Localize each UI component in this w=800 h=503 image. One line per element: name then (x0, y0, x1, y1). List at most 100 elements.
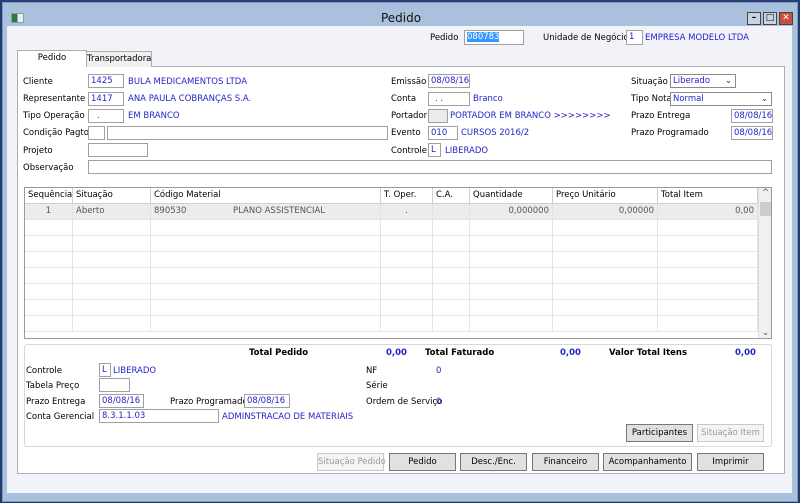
empty-grid-cell[interactable] (553, 316, 658, 332)
empty-grid-cell[interactable] (470, 300, 553, 316)
empty-grid-cell[interactable] (658, 268, 758, 284)
empty-grid-cell[interactable] (381, 220, 433, 236)
empty-grid-cell[interactable] (25, 220, 73, 236)
empty-grid-cell[interactable] (25, 252, 73, 268)
observacao-input[interactable] (88, 160, 772, 174)
column-header[interactable]: C.A. (433, 188, 470, 204)
minimize-button[interactable]: – (747, 12, 761, 25)
situacao-item-button[interactable]: Situação Item (697, 424, 764, 442)
empty-grid-cell[interactable] (73, 268, 151, 284)
bottom-controle-code-input[interactable]: L (99, 363, 111, 377)
empty-grid-cell[interactable] (433, 316, 470, 332)
empty-grid-cell[interactable] (151, 220, 381, 236)
grid-cell[interactable]: 0,00 (658, 204, 758, 220)
scroll-thumb[interactable] (760, 202, 771, 216)
empty-grid-cell[interactable] (151, 300, 381, 316)
prazo-entrega-input[interactable]: 08/08/16 (731, 109, 773, 123)
grid-cell[interactable] (433, 204, 470, 220)
empty-grid-cell[interactable] (553, 236, 658, 252)
column-header[interactable]: Preço Unitário (553, 188, 658, 204)
situacao-pedido-button[interactable]: Situação Pedido (317, 453, 386, 471)
empty-grid-cell[interactable] (73, 220, 151, 236)
empty-grid-cell[interactable] (151, 284, 381, 300)
grid-cell[interactable]: Aberto (73, 204, 151, 220)
scroll-up-icon[interactable]: ^ (759, 188, 771, 202)
empty-grid-cell[interactable] (658, 300, 758, 316)
empty-grid-cell[interactable] (433, 220, 470, 236)
unidade-code-input[interactable]: 1 (626, 30, 643, 45)
empty-grid-cell[interactable] (433, 300, 470, 316)
empty-grid-cell[interactable] (433, 284, 470, 300)
evento-code-input[interactable]: 010 (428, 126, 458, 140)
tabela-preco-input[interactable] (99, 378, 130, 392)
empty-grid-cell[interactable] (381, 300, 433, 316)
imprimir-button[interactable]: Imprimir (697, 453, 764, 471)
empty-grid-cell[interactable] (151, 252, 381, 268)
empty-grid-cell[interactable] (381, 284, 433, 300)
empty-grid-cell[interactable] (73, 236, 151, 252)
column-header[interactable]: Situação (73, 188, 151, 204)
empty-grid-cell[interactable] (381, 316, 433, 332)
empty-grid-cell[interactable] (470, 316, 553, 332)
empty-grid-cell[interactable] (151, 316, 381, 332)
grid-cell[interactable]: 1 (25, 204, 73, 220)
empty-grid-cell[interactable] (658, 220, 758, 236)
prazo-programado-input[interactable]: 08/08/16 (731, 126, 773, 140)
empty-grid-cell[interactable] (658, 284, 758, 300)
controle-code-input[interactable]: L (428, 143, 441, 157)
pedido-button[interactable]: Pedido (389, 453, 456, 471)
grid-cell[interactable]: 0,000000 (470, 204, 553, 220)
empty-grid-cell[interactable] (658, 316, 758, 332)
acompanhamento-button[interactable]: Acompanhamento (603, 453, 692, 471)
portador-code-input[interactable] (428, 109, 448, 123)
empty-grid-cell[interactable] (25, 268, 73, 284)
empty-grid-cell[interactable] (25, 316, 73, 332)
cliente-code-input[interactable]: 1425 (88, 74, 124, 88)
empty-grid-cell[interactable] (73, 316, 151, 332)
empty-grid-cell[interactable] (470, 284, 553, 300)
scroll-down-icon[interactable]: ⌄ (759, 328, 771, 338)
empty-grid-cell[interactable] (381, 252, 433, 268)
empty-grid-cell[interactable] (73, 300, 151, 316)
empty-grid-cell[interactable] (658, 252, 758, 268)
empty-grid-cell[interactable] (25, 284, 73, 300)
grid-cell[interactable]: . (381, 204, 433, 220)
empty-grid-cell[interactable] (553, 284, 658, 300)
financeiro-button[interactable]: Financeiro (532, 453, 599, 471)
empty-grid-cell[interactable] (381, 268, 433, 284)
tipo-operacao-code-input[interactable]: . (88, 109, 124, 123)
empty-grid-cell[interactable] (151, 236, 381, 252)
empty-grid-cell[interactable] (433, 236, 470, 252)
maximize-button[interactable]: □ (763, 12, 777, 25)
empty-grid-cell[interactable] (553, 268, 658, 284)
tab-transportadora[interactable]: Transportadora (86, 51, 152, 67)
column-header[interactable]: Total Item (658, 188, 758, 204)
empty-grid-cell[interactable] (470, 252, 553, 268)
conta-code-input[interactable]: . . (428, 92, 470, 106)
column-header[interactable]: T. Oper. (381, 188, 433, 204)
empty-grid-cell[interactable] (151, 268, 381, 284)
items-grid[interactable]: Sequência Situação Código Material T. Oper.… (24, 187, 772, 339)
empty-grid-cell[interactable] (470, 268, 553, 284)
empty-grid-cell[interactable] (433, 268, 470, 284)
condicao-pagto-code-input[interactable] (88, 126, 105, 140)
close-button[interactable]: ✕ (779, 12, 793, 25)
empty-grid-cell[interactable] (381, 236, 433, 252)
empty-grid-cell[interactable] (470, 236, 553, 252)
empty-grid-cell[interactable] (553, 252, 658, 268)
bottom-prazo-programado-input[interactable]: 08/08/16 (244, 394, 290, 408)
column-header[interactable]: Código Material (151, 188, 381, 204)
representante-code-input[interactable]: 1417 (88, 92, 124, 106)
grid-cell[interactable]: 0,00000 (553, 204, 658, 220)
empty-grid-cell[interactable] (25, 300, 73, 316)
condicao-pagto-name-input[interactable] (107, 126, 388, 140)
situacao-select[interactable]: Liberado ⌄ (670, 74, 736, 88)
empty-grid-cell[interactable] (25, 236, 73, 252)
column-header[interactable]: Sequência (25, 188, 73, 204)
tab-pedido[interactable]: Pedido (17, 50, 87, 67)
desc-enc-button[interactable]: Desc./Enc. (460, 453, 527, 471)
column-header[interactable]: Quantidade (470, 188, 553, 204)
emissao-input[interactable]: 08/08/16 (428, 74, 470, 88)
empty-grid-cell[interactable] (658, 236, 758, 252)
empty-grid-cell[interactable] (433, 252, 470, 268)
